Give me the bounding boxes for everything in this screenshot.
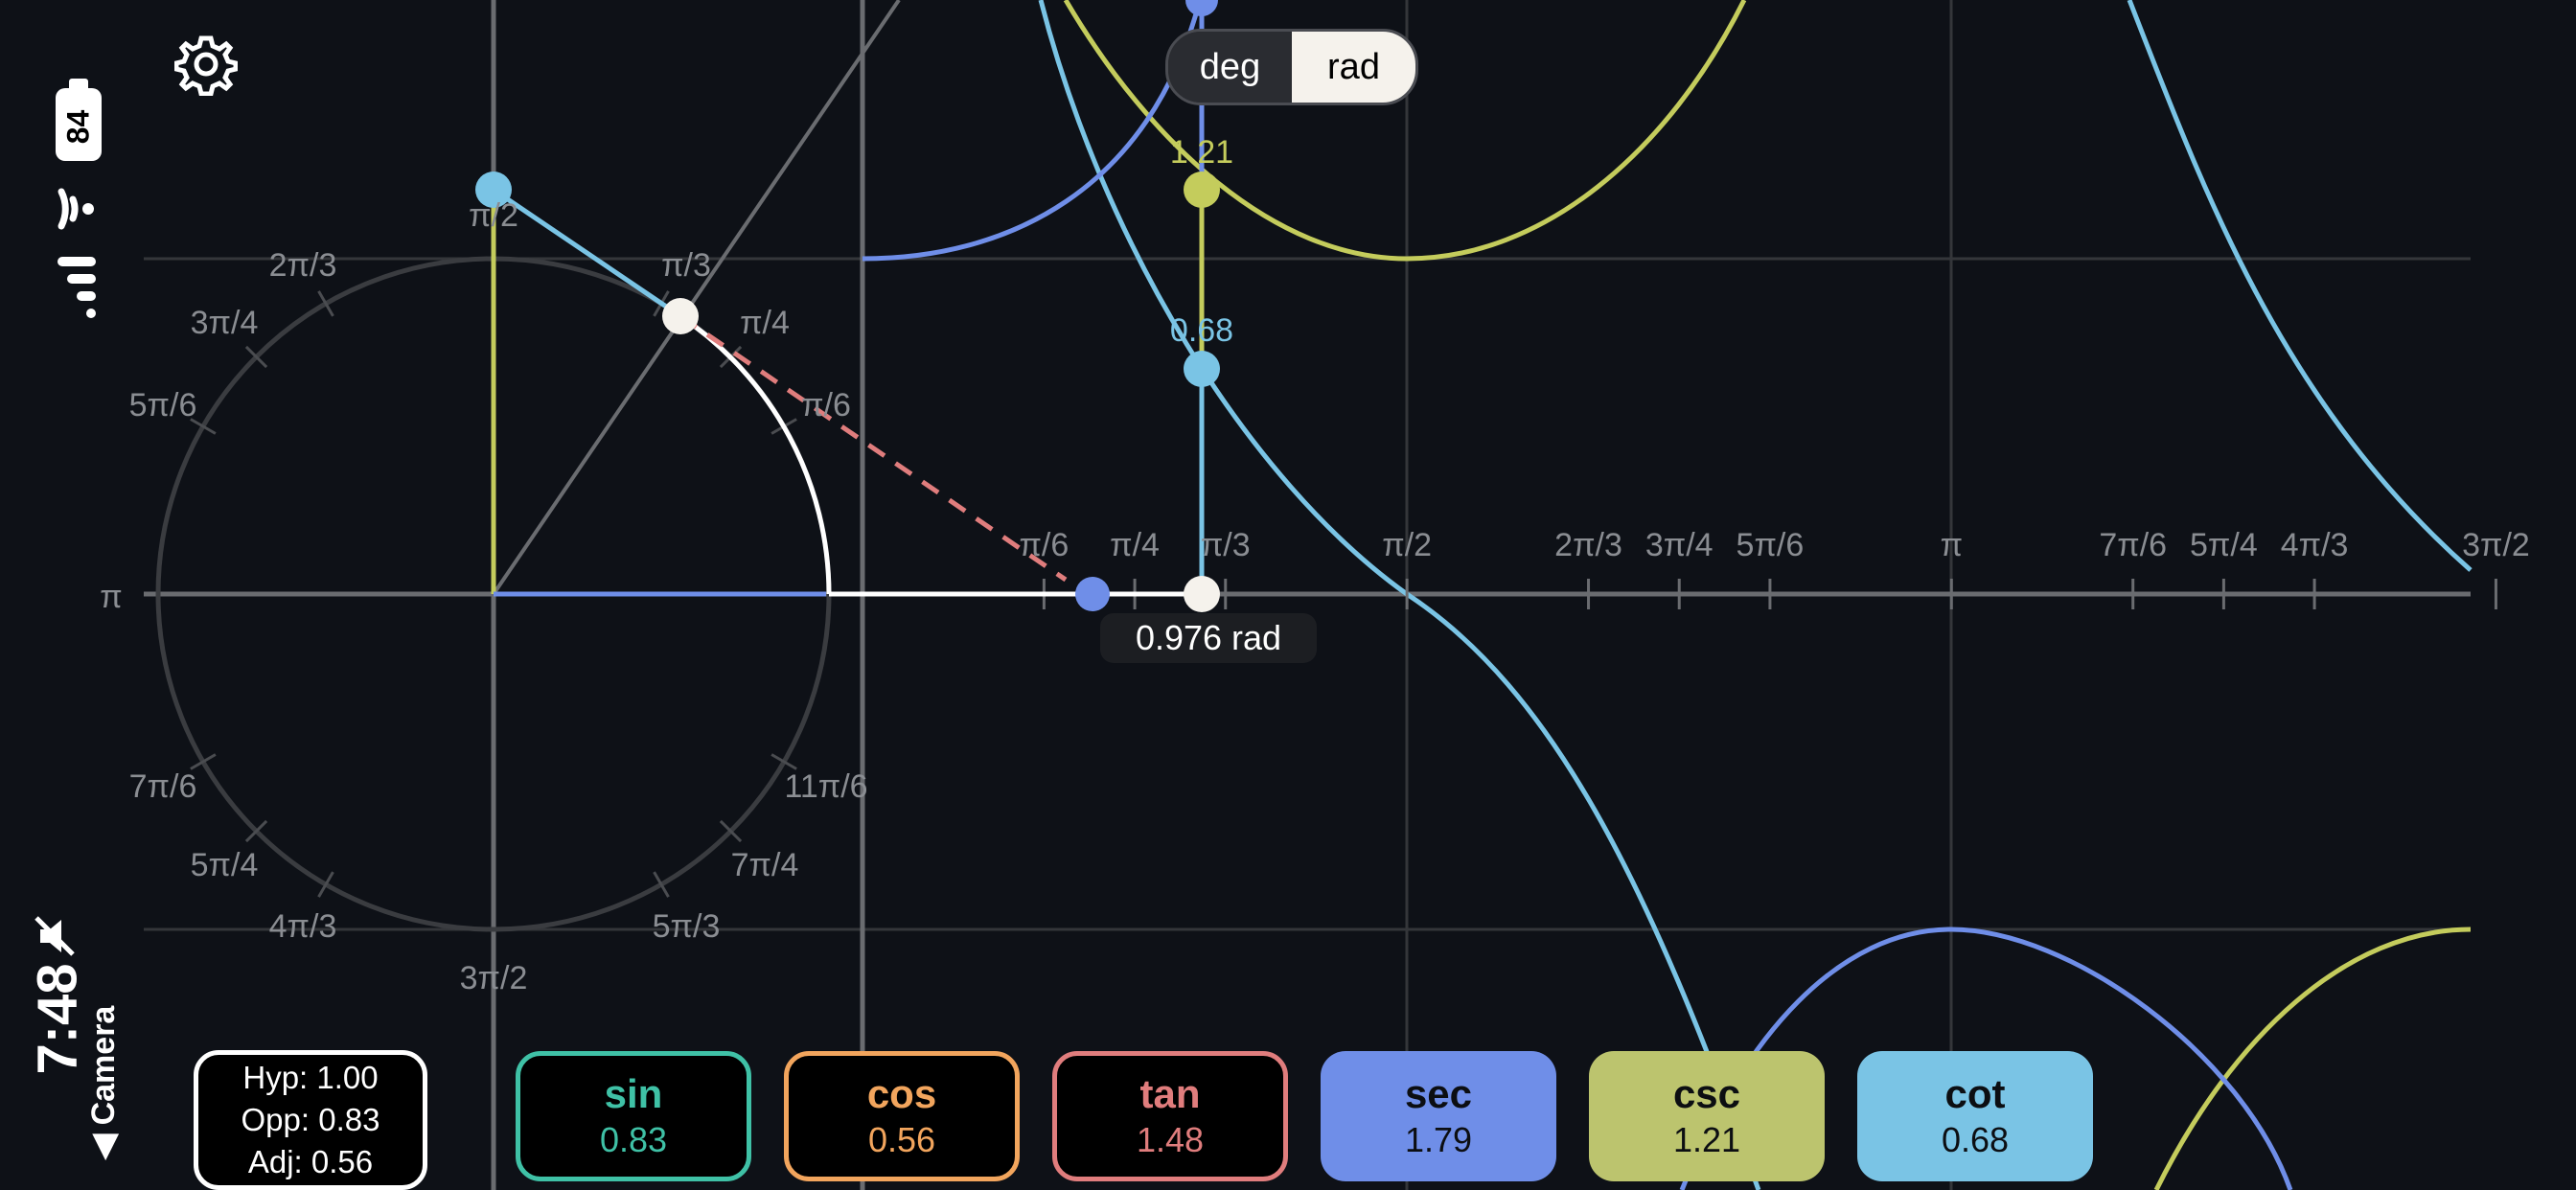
tick-labels: π/2 2π/3 π/3 3π/4 π/4 5π/6 π/6 π 7π/6 11π/6 5π/4 7π… (100, 197, 2530, 996)
sec-curve (862, 0, 1203, 262)
cot-point[interactable] (1184, 351, 1220, 387)
axis-angle-label: 5π/6 (1736, 527, 1805, 563)
tan-segment (678, 313, 1068, 583)
axis-angle-label: 3π/4 (1645, 527, 1714, 563)
battery-level: 84 (60, 109, 96, 145)
circle-angle-label: 4π/3 (269, 908, 337, 945)
adj-value: Adj: 0.56 (247, 1144, 374, 1179)
angle-readout: 0.976 rad (1100, 613, 1317, 663)
triangle-info[interactable]: Hyp: 1.00 Opp: 0.83 Adj: 0.56 (194, 1050, 427, 1190)
circle-tick (317, 290, 334, 317)
angle-handle[interactable] (662, 298, 699, 334)
hyp-value: Hyp: 1.00 (242, 1060, 379, 1095)
axis-angle-label: 3π/2 (2462, 527, 2530, 563)
clock: 7:48 (26, 963, 89, 1075)
axis-angle-label: π/3 (1201, 527, 1251, 563)
function-name: sec (1404, 1071, 1473, 1116)
circle-tick (770, 753, 797, 770)
function-name: sin (604, 1071, 663, 1116)
trig-canvas: π/2 2π/3 π/3 3π/4 π/4 5π/6 π/6 π 7π/6 11π/6 5π/4 7π… (100, 0, 2530, 1190)
camera-label: Camera (85, 1005, 122, 1126)
axis-angle-label: π/4 (1110, 527, 1160, 563)
cot-curve-2 (2127, 0, 2472, 572)
cot-card[interactable]: cot 0.68 (1857, 1051, 2093, 1181)
angle-axis-handle[interactable] (1184, 576, 1220, 612)
function-value: 1.48 (1136, 1120, 1205, 1159)
camera-indicator: ◀ Camera (85, 1005, 122, 1159)
axis-angle-label: π/2 (1382, 527, 1432, 563)
axis-angle-label: π/6 (1019, 527, 1069, 563)
opp-value: Opp: 0.83 (241, 1102, 380, 1137)
wifi-icon (58, 188, 94, 230)
function-value: 0.56 (867, 1120, 936, 1159)
cot-segment (492, 187, 682, 319)
deg-option[interactable]: deg (1168, 32, 1292, 103)
circle-tick (653, 871, 670, 898)
cos-graph-point[interactable] (1075, 577, 1110, 611)
battery-icon: 84 (56, 88, 102, 161)
axis-angle-label: 2π/3 (1554, 527, 1622, 563)
circle-angle-label: π/3 (661, 247, 711, 284)
axis-angle-label: 5π/4 (2190, 527, 2258, 563)
battery-cap (69, 79, 88, 88)
circle-angle-label: 3π/2 (460, 960, 528, 996)
function-value: 0.68 (1941, 1120, 2010, 1159)
sec-point[interactable] (1185, 0, 1218, 16)
unit-toggle[interactable]: deg rad (1165, 29, 1418, 105)
gear-icon[interactable] (174, 33, 238, 96)
circle-angle-label: 3π/4 (191, 305, 259, 341)
sec-card[interactable]: sec 1.79 (1321, 1051, 1556, 1181)
function-value: 0.83 (599, 1120, 668, 1159)
function-name: tan (1139, 1071, 1201, 1116)
signal-icon (58, 257, 96, 318)
cot-value-label: 0.68 (1170, 312, 1233, 349)
circle-angle-label: 7π/4 (731, 847, 799, 883)
circle-angle-label: π/6 (801, 387, 851, 423)
circle-angle-label: π/4 (740, 305, 790, 341)
circle-angle-label: π/2 (469, 197, 518, 234)
axis-angle-label: 7π/6 (2099, 527, 2167, 563)
csc-card[interactable]: csc 1.21 (1589, 1051, 1825, 1181)
terminal-ray (492, 0, 901, 596)
function-name: cot (1944, 1071, 2006, 1116)
circle-tick (317, 871, 334, 898)
circle-angle-label: 5π/4 (191, 847, 259, 883)
csc-value-label: 1.21 (1170, 134, 1233, 171)
circle-angle-label: 5π/3 (653, 908, 721, 945)
circle-angle-label: 11π/6 (784, 768, 867, 805)
cos-card[interactable]: cos 0.56 (784, 1051, 1020, 1181)
function-name: cos (866, 1071, 937, 1116)
csc-point[interactable] (1184, 172, 1220, 208)
axis-angle-label: π (1941, 527, 1963, 563)
circle-tick (190, 753, 217, 770)
rad-option[interactable]: rad (1292, 32, 1415, 103)
tan-card[interactable]: tan 1.48 (1052, 1051, 1288, 1181)
function-name: csc (1672, 1071, 1741, 1116)
function-value: 1.21 (1672, 1120, 1741, 1159)
function-value: 1.79 (1404, 1120, 1473, 1159)
status-bar: 84 7:48 ◀ Camera (0, 0, 144, 1190)
angle-arc (678, 313, 832, 595)
axis-angle-label: 4π/3 (2281, 527, 2349, 563)
circle-angle-label: 2π/3 (269, 247, 337, 284)
sin-card[interactable]: sin 0.83 (516, 1051, 751, 1181)
